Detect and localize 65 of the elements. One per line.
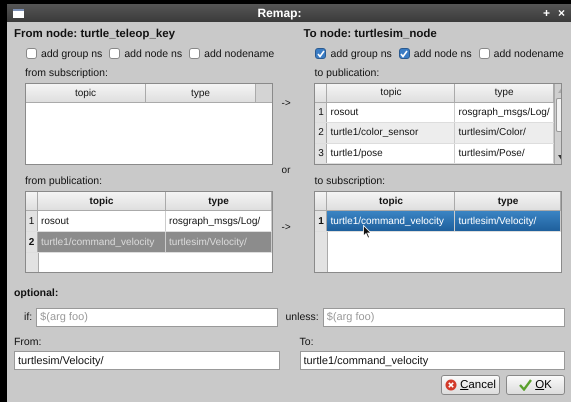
node-heading: To node: turtlesim_node — [303, 28, 438, 42]
table-cell: rosout — [327, 102, 456, 122]
ok-button[interactable]: OK — [506, 375, 565, 395]
row-number: 1 — [315, 102, 328, 122]
checkbox[interactable] — [26, 48, 37, 59]
column-header[interactable]: type — [455, 192, 562, 210]
table-cell: turtle1/color_sensor — [327, 123, 456, 142]
checkbox[interactable] — [315, 48, 326, 59]
input-field[interactable]: $(arg foo) — [36, 308, 278, 326]
cancel-icon — [445, 379, 458, 391]
table-row[interactable]: 2 turtle1/command_velocity turtlesim/Velocity/ — [26, 232, 272, 253]
checkbox-label: add node ns — [414, 48, 472, 60]
checkbox-label: add node ns — [124, 48, 182, 60]
field-label: To: — [300, 335, 315, 350]
mouse-pointer-icon — [363, 225, 372, 239]
column-header[interactable]: topic — [327, 192, 456, 210]
column-header[interactable]: topic — [327, 84, 456, 102]
section-heading: optional: — [14, 287, 60, 301]
input-field[interactable]: turtlesim/Velocity/ — [14, 351, 280, 370]
checkbox[interactable] — [398, 48, 410, 59]
column-header[interactable]: topic — [26, 84, 146, 102]
connector-label: -> — [282, 222, 291, 233]
field-label: if: — [24, 311, 32, 323]
window-title: Remap: — [256, 6, 302, 20]
connector-label: or — [282, 165, 290, 176]
checkbox-label: add nodename — [204, 48, 274, 60]
header-corner — [256, 84, 272, 102]
row-number: 1 — [315, 211, 328, 231]
cancel-button[interactable]: Cancel — [441, 375, 500, 395]
window-control[interactable]: + — [542, 6, 550, 20]
table-row[interactable]: 3 turtle1/pose turtlesim/Pose/ — [315, 144, 554, 164]
checkbox-label: add group ns — [41, 48, 102, 60]
row-number: 2 — [315, 123, 328, 142]
table-cell: rosgraph_msgs/Log/ — [166, 211, 272, 231]
table-cell: turtlesim/Velocity/ — [455, 211, 562, 231]
field-label: From: — [14, 335, 42, 350]
input-field[interactable]: turtle1/command_velocity — [300, 351, 565, 370]
row-header-strip — [26, 253, 39, 272]
connector-label: -> — [282, 98, 291, 109]
table-cell: turtlesim/Velocity/ — [166, 232, 272, 252]
checkbox[interactable] — [478, 48, 490, 59]
checkbox[interactable] — [189, 48, 200, 59]
row-number: 1 — [26, 211, 38, 231]
window-control[interactable]: × — [558, 6, 565, 20]
field-label: unless: — [285, 311, 319, 323]
table-row[interactable]: 2 turtle1/color_sensor turtlesim/Color/ — [315, 123, 554, 144]
row-number: 2 — [26, 232, 38, 252]
row-header-strip — [315, 232, 328, 272]
section-label: from subscription: — [24, 66, 109, 81]
check-icon — [519, 379, 532, 391]
column-header[interactable]: topic — [38, 192, 166, 210]
table-cell: turtle1/pose — [327, 144, 456, 163]
table-cell: rosout — [38, 211, 166, 231]
input-field[interactable]: $(arg foo) — [322, 308, 566, 326]
section-label: to subscription: — [313, 174, 386, 189]
node-heading: From node: turtle_teleop_key — [14, 28, 176, 42]
column-header[interactable]: type — [166, 192, 272, 210]
checkbox-label: add nodename — [494, 48, 564, 60]
row-number: 3 — [315, 144, 328, 163]
section-label: to publication: — [313, 66, 380, 81]
checkbox-label: add group ns — [330, 48, 392, 60]
section-label: from publication: — [24, 174, 104, 189]
checkbox[interactable] — [109, 48, 120, 59]
table-cell: turtle1/command_velocity — [38, 232, 166, 252]
window-icon — [13, 8, 24, 18]
